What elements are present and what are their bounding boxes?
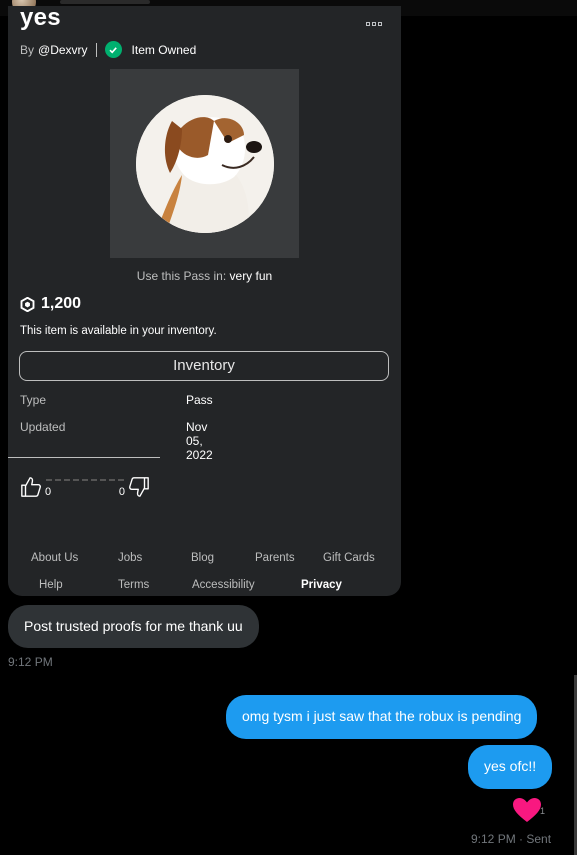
thumbs-up-icon <box>21 477 41 497</box>
byline-divider <box>95 42 97 57</box>
price-value: 1,200 <box>41 295 82 312</box>
vote-bar <box>46 479 124 481</box>
detail-value: Nov 05, 2022 <box>186 420 213 462</box>
robux-icon <box>20 296 35 312</box>
detail-label: Updated <box>20 420 66 434</box>
footer-link-about-us[interactable]: About Us <box>31 552 78 564</box>
shared-screenshot-card[interactable]: yes By @Dexvry Item Owned Use this Pass … <box>8 6 401 596</box>
availability-text: This item is available in your inventory… <box>20 325 217 337</box>
footer-link-terms[interactable]: Terms <box>118 579 149 591</box>
footer-link-gift-cards[interactable]: Gift Cards <box>323 552 375 564</box>
dog-image <box>136 95 274 233</box>
vote-section: 0 0 <box>20 476 150 498</box>
use-pass-label: Use this Pass in: <box>136 269 227 283</box>
incoming-timestamp: 9:12 PM <box>8 655 53 669</box>
item-price: 1,200 <box>20 295 81 313</box>
heart-icon[interactable] <box>512 797 542 823</box>
more-options-icon[interactable] <box>366 22 382 26</box>
reaction-count: 1 <box>540 806 546 816</box>
outgoing-message[interactable]: yes ofc!! <box>468 745 553 789</box>
item-byline: By @Dexvry Item Owned <box>20 41 196 58</box>
footer-link-blog[interactable]: Blog <box>191 552 214 564</box>
place-link[interactable]: very fun <box>230 269 273 283</box>
footer-link-parents[interactable]: Parents <box>255 552 295 564</box>
incoming-message[interactable]: Post trusted proofs for me thank uu <box>8 605 259 648</box>
item-owned-label: Item Owned <box>131 42 197 57</box>
detail-value: Pass <box>186 393 213 407</box>
tab-divider <box>8 457 160 458</box>
footer-link-accessibility[interactable]: Accessibility <box>192 579 255 591</box>
downvote-count: 0 <box>118 486 125 498</box>
footer-link-help[interactable]: Help <box>39 579 63 591</box>
footer-link-privacy[interactable]: Privacy <box>301 579 342 591</box>
by-label: By <box>20 42 35 57</box>
upvote-count: 0 <box>45 486 52 498</box>
creator-link[interactable]: @Dexvry <box>38 43 88 57</box>
downvote-button[interactable]: 0 <box>119 476 150 498</box>
top-bar-fragment <box>60 0 150 4</box>
item-title: yes <box>20 6 61 31</box>
footer-link-jobs[interactable]: Jobs <box>118 552 142 564</box>
detail-label: Type <box>20 393 47 407</box>
inventory-button[interactable]: Inventory <box>19 351 389 381</box>
outgoing-message[interactable]: omg tysm i just saw that the robux is pe… <box>226 695 538 739</box>
item-thumbnail <box>110 69 299 258</box>
thumbs-down-icon <box>129 477 149 497</box>
checkmark-icon <box>104 41 122 58</box>
use-pass-in-text: Use this Pass in: very fun <box>8 269 401 283</box>
outgoing-status: 9:12 PM · Sent <box>471 832 552 846</box>
